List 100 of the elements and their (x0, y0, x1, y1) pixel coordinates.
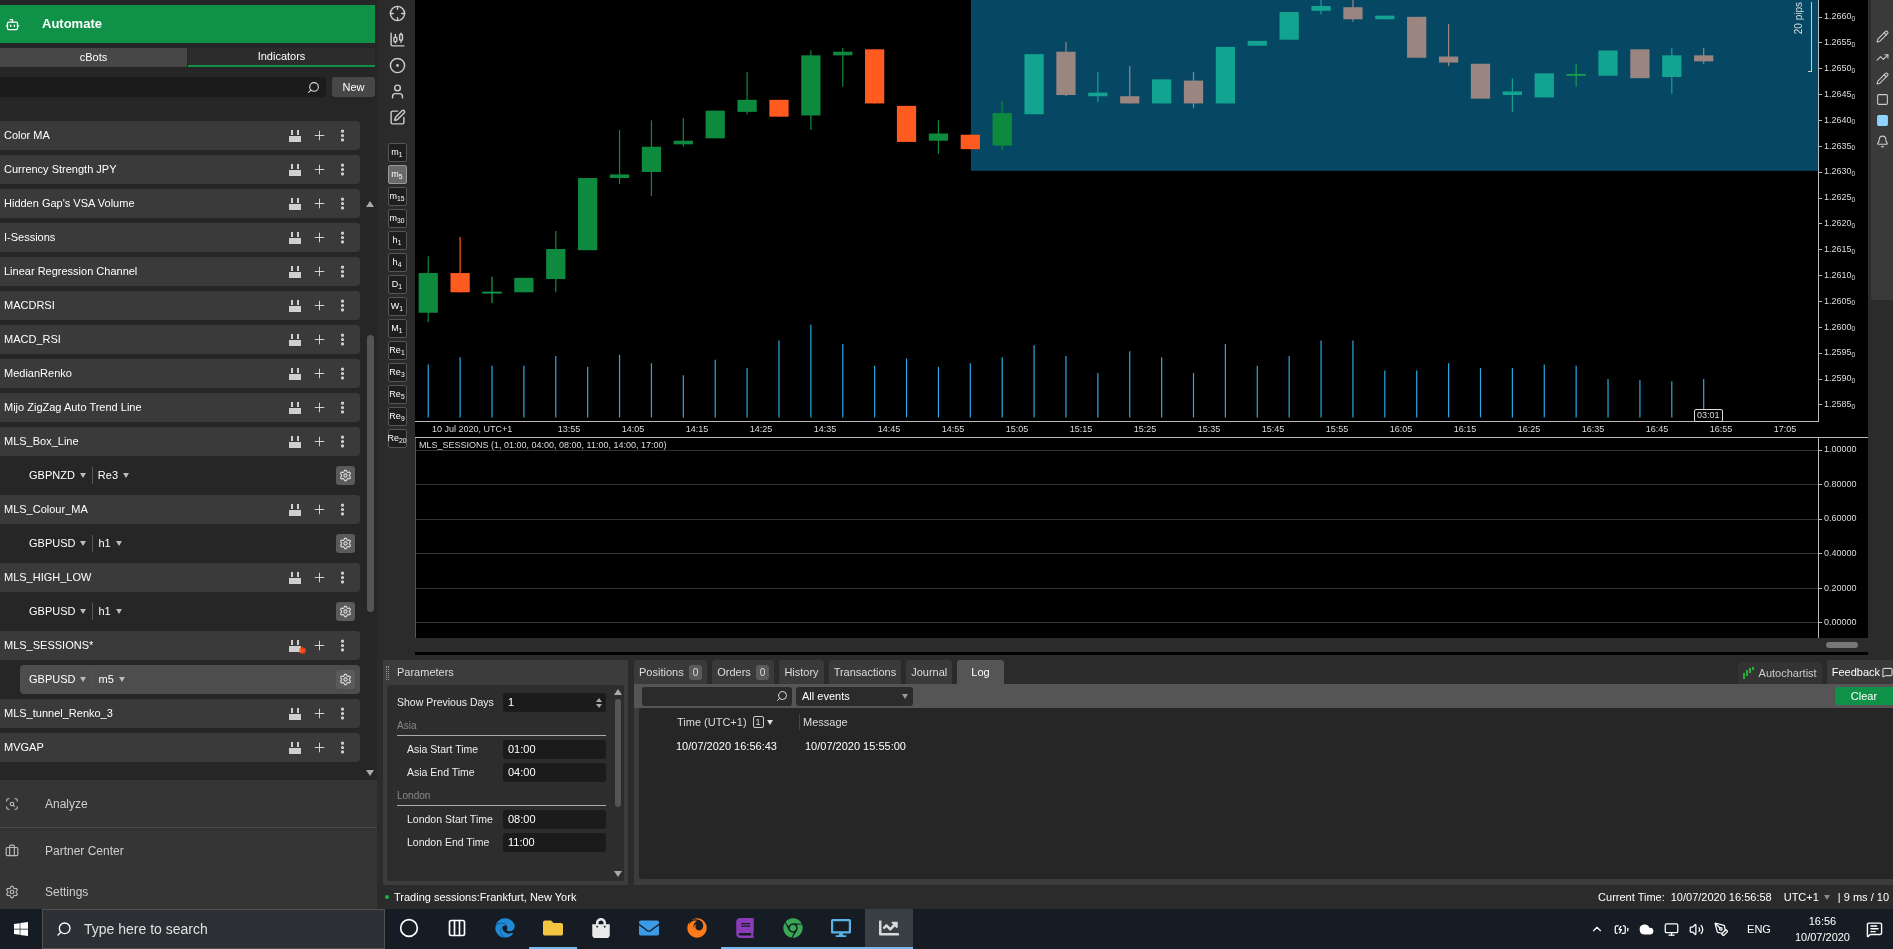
add-icon[interactable] (312, 434, 327, 449)
crosshair-icon[interactable] (388, 5, 406, 22)
pen-icon[interactable] (1714, 921, 1730, 937)
add-icon[interactable] (312, 502, 327, 517)
indicator-row[interactable]: Mijo ZigZag Auto Trend Line (0, 393, 360, 422)
square-icon[interactable] (1875, 114, 1889, 127)
instances-icon[interactable] (288, 366, 302, 381)
taskbar-app-button[interactable] (865, 909, 913, 949)
add-icon[interactable] (312, 196, 327, 211)
candlestick-icon[interactable] (388, 31, 406, 48)
instances-icon[interactable] (288, 502, 302, 517)
edit-icon[interactable] (388, 109, 406, 126)
instances-icon[interactable] (288, 740, 302, 755)
add-icon[interactable] (312, 570, 327, 585)
add-icon[interactable] (312, 128, 327, 143)
instances-icon[interactable] (288, 162, 302, 177)
trend-line-icon[interactable] (1875, 51, 1889, 64)
indicator-row[interactable]: MACDRSI (0, 291, 360, 320)
nav-item[interactable]: Partner Center (0, 828, 377, 874)
timeframe-button[interactable]: m$_{5}$ (387, 165, 407, 184)
timeframe-dropdown[interactable]: h1 (93, 535, 336, 552)
indicator-row[interactable]: MLS_SESSIONS* (0, 631, 360, 660)
add-icon[interactable] (312, 298, 327, 313)
indicator-row[interactable]: MVGAP (0, 733, 360, 762)
taskbar-search-field[interactable]: Type here to search (42, 909, 385, 949)
symbol-dropdown[interactable]: GBPUSD (29, 603, 94, 620)
add-icon[interactable] (312, 638, 327, 653)
add-icon[interactable] (312, 400, 327, 415)
instances-icon[interactable] (288, 196, 302, 211)
log-tab[interactable]: Transactions (828, 660, 902, 684)
clock[interactable]: 16:56 10/07/2020 (1794, 913, 1850, 945)
indicator-row[interactable]: MLS_HIGH_LOW (0, 563, 360, 592)
drag-handle-icon[interactable] (386, 665, 389, 680)
settings-button[interactable] (336, 670, 355, 689)
log-tab[interactable]: Orders 0 (712, 660, 775, 684)
timeframe-button[interactable]: m$_{15}$ (387, 187, 407, 206)
indicator-row[interactable]: I-Sessions (0, 223, 360, 252)
search-field[interactable] (642, 686, 792, 706)
timeframe-button[interactable]: Re$_{3}$ (387, 363, 407, 382)
timeframe-button[interactable]: M$_{1}$ (387, 319, 407, 338)
timeframe-button[interactable]: Re$_{1}$ (387, 341, 407, 360)
indicator-row[interactable]: MACD_RSI (0, 325, 360, 354)
autochartist-button[interactable]: Autochartist (1737, 662, 1822, 684)
instances-icon[interactable] (288, 400, 302, 415)
spinner-arrows-icon[interactable] (596, 697, 602, 708)
timeframe-button[interactable]: Re$_{20}$ (387, 429, 407, 448)
time-field[interactable]: 01:00 (503, 740, 606, 759)
instances-icon[interactable] (288, 128, 302, 143)
add-icon[interactable] (312, 366, 327, 381)
settings-button[interactable] (336, 466, 355, 485)
network-icon[interactable] (1664, 921, 1680, 937)
instance-row[interactable]: GBPUSD m5 (20, 665, 360, 694)
rectangle-icon[interactable] (1875, 93, 1889, 106)
notification-icon[interactable] (1866, 920, 1883, 938)
pencil-icon[interactable] (1875, 72, 1889, 85)
instances-icon[interactable] (288, 332, 302, 347)
instance-row[interactable]: GBPUSD h1 (20, 597, 360, 626)
indicator-row[interactable]: Linear Regression Channel (0, 257, 360, 286)
symbol-dropdown[interactable]: GBPNZD (29, 467, 93, 484)
symbol-dropdown[interactable]: GBPUSD (29, 671, 94, 688)
column-header[interactable]: Time (UTC+1) 1 (639, 713, 800, 731)
log-tab[interactable]: History (779, 660, 824, 684)
feedback-button[interactable]: Feedback (1826, 660, 1893, 684)
indicator-row[interactable]: MLS_tunnel_Renko_3 (0, 699, 360, 728)
clear-button[interactable]: Clear (1835, 687, 1893, 705)
horizontal-scrollbar-thumb[interactable] (1826, 642, 1858, 648)
highlight-rectangle[interactable] (970, 0, 1818, 171)
timezone-dropdown[interactable]: UTC+1 (1783, 888, 1830, 906)
panel-tab[interactable]: cBots (0, 48, 187, 67)
instances-icon[interactable] (288, 298, 302, 313)
add-icon[interactable] (312, 230, 327, 245)
instance-row[interactable]: GBPUSD h1 (20, 529, 360, 558)
nav-item[interactable]: Settings (0, 874, 377, 909)
instances-icon[interactable] (288, 264, 302, 279)
settings-button[interactable] (336, 602, 355, 621)
add-icon[interactable] (312, 706, 327, 721)
search-field[interactable] (0, 77, 326, 97)
log-tab[interactable]: Positions 0 (634, 660, 708, 684)
timeframe-button[interactable]: W$_{1}$ (387, 297, 407, 316)
new-button[interactable]: New (332, 77, 375, 97)
settings-button[interactable] (336, 534, 355, 553)
nav-item[interactable]: Analyze (0, 780, 377, 827)
indicator-row[interactable]: MLS_Box_Line (0, 427, 360, 456)
timeframe-dropdown[interactable]: h1 (93, 603, 336, 620)
timeframe-button[interactable]: Re$_{5}$ (387, 385, 407, 404)
instances-icon[interactable] (288, 638, 302, 653)
panel-tab[interactable]: Indicators (188, 48, 375, 67)
indicator-row[interactable]: MLS_Colour_MA (0, 495, 360, 524)
add-icon[interactable] (312, 264, 327, 279)
cloud-icon[interactable] (1639, 921, 1655, 937)
add-icon[interactable] (312, 740, 327, 755)
log-tab[interactable]: Log (957, 660, 1004, 684)
log-tab[interactable]: Journal (906, 660, 953, 684)
bell-icon[interactable] (1875, 135, 1889, 148)
symbol-dropdown[interactable]: GBPUSD (29, 535, 94, 552)
add-icon[interactable] (312, 332, 327, 347)
volume-icon[interactable] (1689, 921, 1705, 937)
add-icon[interactable] (312, 162, 327, 177)
timeframe-button[interactable]: m$_{30}$ (387, 209, 407, 228)
indicator-row[interactable]: MedianRenko (0, 359, 360, 388)
